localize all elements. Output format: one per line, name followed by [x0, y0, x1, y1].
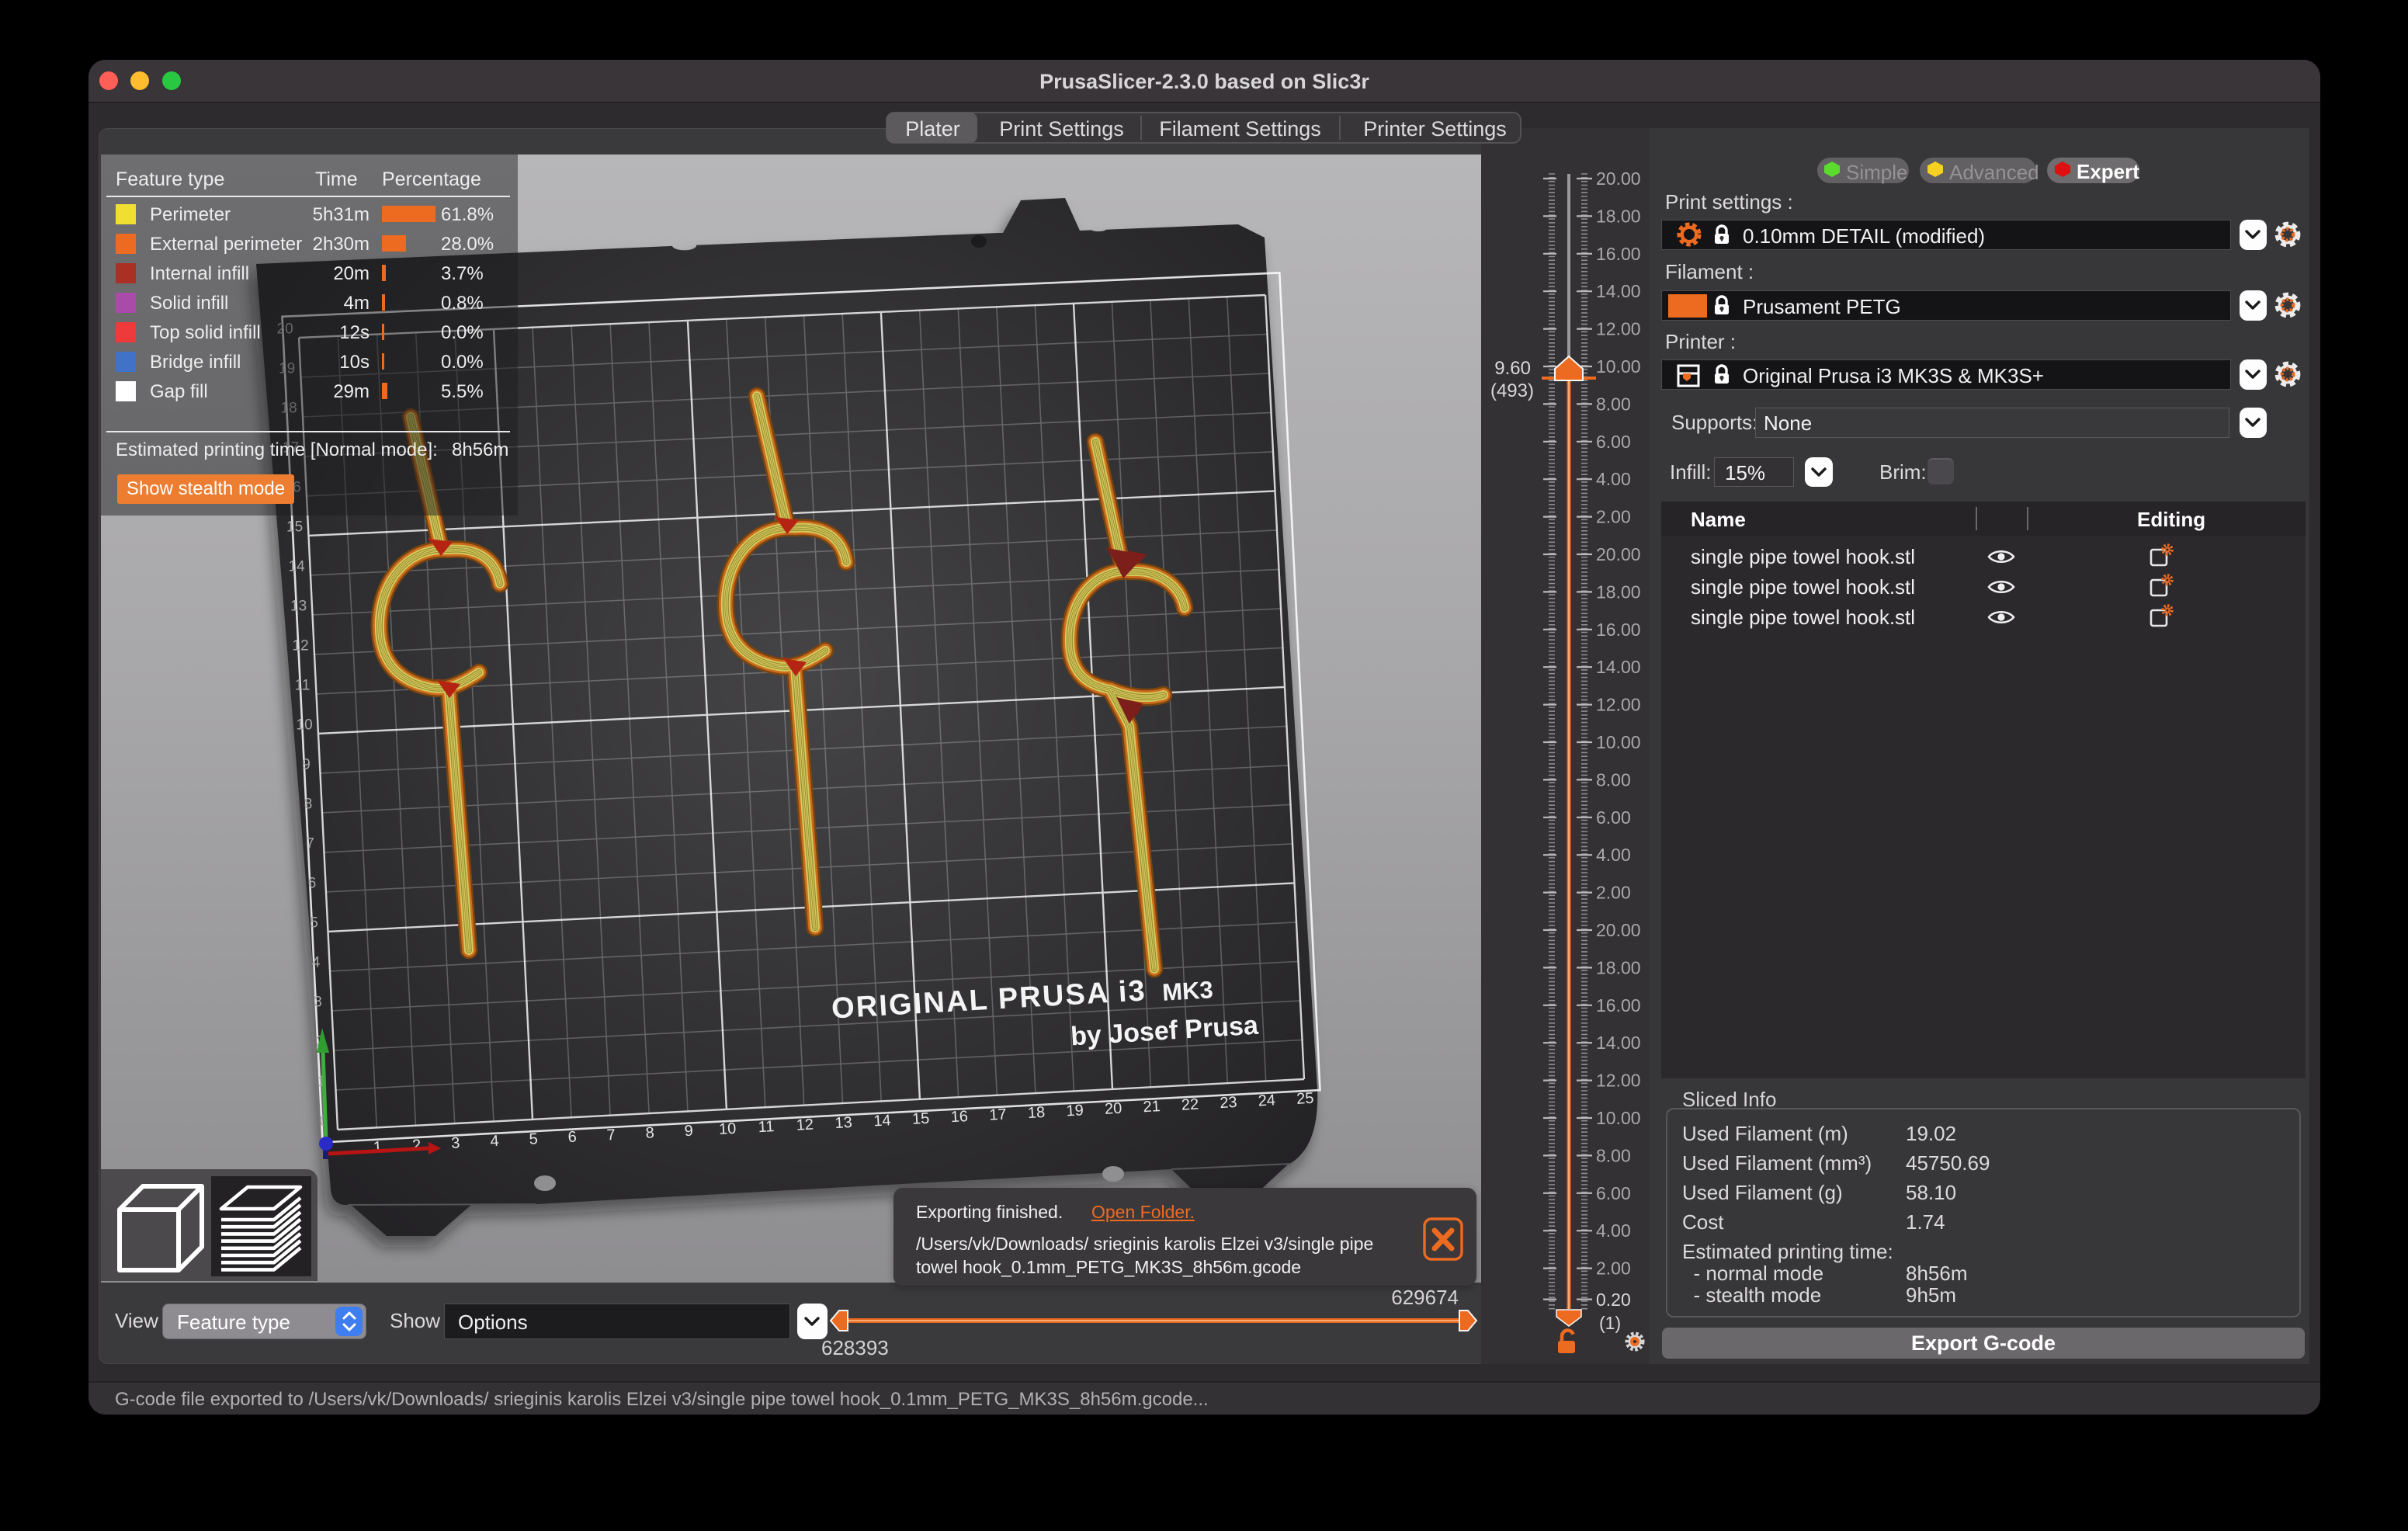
svg-text:22: 22 — [1181, 1096, 1199, 1114]
svg-text:(493): (493) — [1490, 380, 1534, 401]
svg-text:5: 5 — [529, 1130, 538, 1148]
svg-text:3: 3 — [314, 995, 322, 1011]
svg-text:9: 9 — [302, 757, 311, 773]
svg-text:10: 10 — [718, 1120, 736, 1138]
svg-text:20.00: 20.00 — [1596, 544, 1641, 564]
svg-text:16.00: 16.00 — [1596, 244, 1641, 264]
svg-text:14.00: 14.00 — [1596, 1033, 1641, 1053]
svg-text:MK3: MK3 — [1161, 976, 1213, 1006]
svg-text:14.00: 14.00 — [1596, 281, 1641, 301]
svg-text:9.60: 9.60 — [1494, 358, 1531, 379]
svg-text:15: 15 — [286, 519, 303, 536]
svg-text:18.00: 18.00 — [1596, 957, 1641, 977]
svg-text:13: 13 — [834, 1114, 852, 1132]
svg-text:5: 5 — [310, 915, 318, 932]
svg-text:18.00: 18.00 — [1596, 582, 1641, 602]
svg-text:14.00: 14.00 — [1596, 657, 1641, 677]
svg-text:11: 11 — [758, 1118, 775, 1136]
svg-text:10.00: 10.00 — [1596, 1108, 1641, 1128]
svg-text:23: 23 — [1220, 1094, 1237, 1112]
svg-text:12.00: 12.00 — [1596, 319, 1641, 339]
svg-text:14: 14 — [289, 559, 306, 575]
svg-text:8: 8 — [304, 797, 313, 813]
svg-text:(1): (1) — [1599, 1313, 1621, 1333]
svg-text:12.00: 12.00 — [1596, 695, 1641, 715]
svg-text:12.00: 12.00 — [1596, 1071, 1641, 1091]
svg-text:12: 12 — [293, 638, 309, 654]
svg-text:16.00: 16.00 — [1596, 620, 1641, 640]
svg-text:20.00: 20.00 — [1596, 920, 1641, 940]
svg-text:4.00: 4.00 — [1596, 1220, 1631, 1241]
svg-text:8.00: 8.00 — [1596, 394, 1631, 414]
svg-text:2.00: 2.00 — [1596, 507, 1631, 527]
svg-text:4.00: 4.00 — [1596, 845, 1631, 865]
svg-text:25: 25 — [1296, 1090, 1314, 1108]
svg-text:20.00: 20.00 — [1596, 168, 1641, 189]
svg-text:12: 12 — [796, 1116, 814, 1134]
svg-text:3: 3 — [451, 1134, 460, 1152]
svg-text:11: 11 — [295, 678, 311, 694]
svg-text:7: 7 — [606, 1127, 616, 1144]
svg-text:2: 2 — [412, 1137, 422, 1154]
svg-text:9: 9 — [684, 1123, 693, 1140]
svg-text:8: 8 — [645, 1124, 654, 1142]
svg-text:10.00: 10.00 — [1596, 356, 1641, 377]
svg-text:10.00: 10.00 — [1596, 732, 1641, 752]
svg-text:13: 13 — [290, 599, 307, 615]
svg-text:18.00: 18.00 — [1596, 206, 1641, 226]
svg-text:2.00: 2.00 — [1596, 1258, 1631, 1279]
svg-text:10: 10 — [297, 717, 313, 734]
svg-text:17: 17 — [989, 1106, 1007, 1124]
svg-text:6: 6 — [567, 1129, 577, 1147]
svg-text:8.00: 8.00 — [1596, 769, 1631, 790]
svg-text:4.00: 4.00 — [1596, 469, 1631, 489]
svg-text:1: 1 — [373, 1139, 382, 1157]
svg-text:4: 4 — [490, 1133, 499, 1151]
svg-text:16.00: 16.00 — [1596, 995, 1641, 1015]
svg-text:6.00: 6.00 — [1596, 807, 1631, 828]
svg-text:0.20: 0.20 — [1596, 1290, 1631, 1310]
svg-text:15: 15 — [911, 1110, 929, 1128]
svg-text:14: 14 — [873, 1112, 891, 1130]
svg-text:8.00: 8.00 — [1596, 1145, 1631, 1165]
svg-text:19: 19 — [1066, 1102, 1084, 1120]
svg-text:2.00: 2.00 — [1596, 883, 1631, 903]
svg-text:24: 24 — [1258, 1092, 1275, 1109]
svg-text:21: 21 — [1143, 1098, 1161, 1116]
svg-text:4: 4 — [312, 955, 321, 971]
svg-text:6: 6 — [308, 876, 317, 892]
svg-text:16: 16 — [950, 1108, 968, 1126]
svg-text:7: 7 — [306, 836, 314, 852]
svg-text:6.00: 6.00 — [1596, 1183, 1631, 1203]
svg-text:18: 18 — [1027, 1104, 1045, 1122]
svg-text:20: 20 — [1104, 1100, 1122, 1118]
svg-text:6.00: 6.00 — [1596, 432, 1631, 452]
